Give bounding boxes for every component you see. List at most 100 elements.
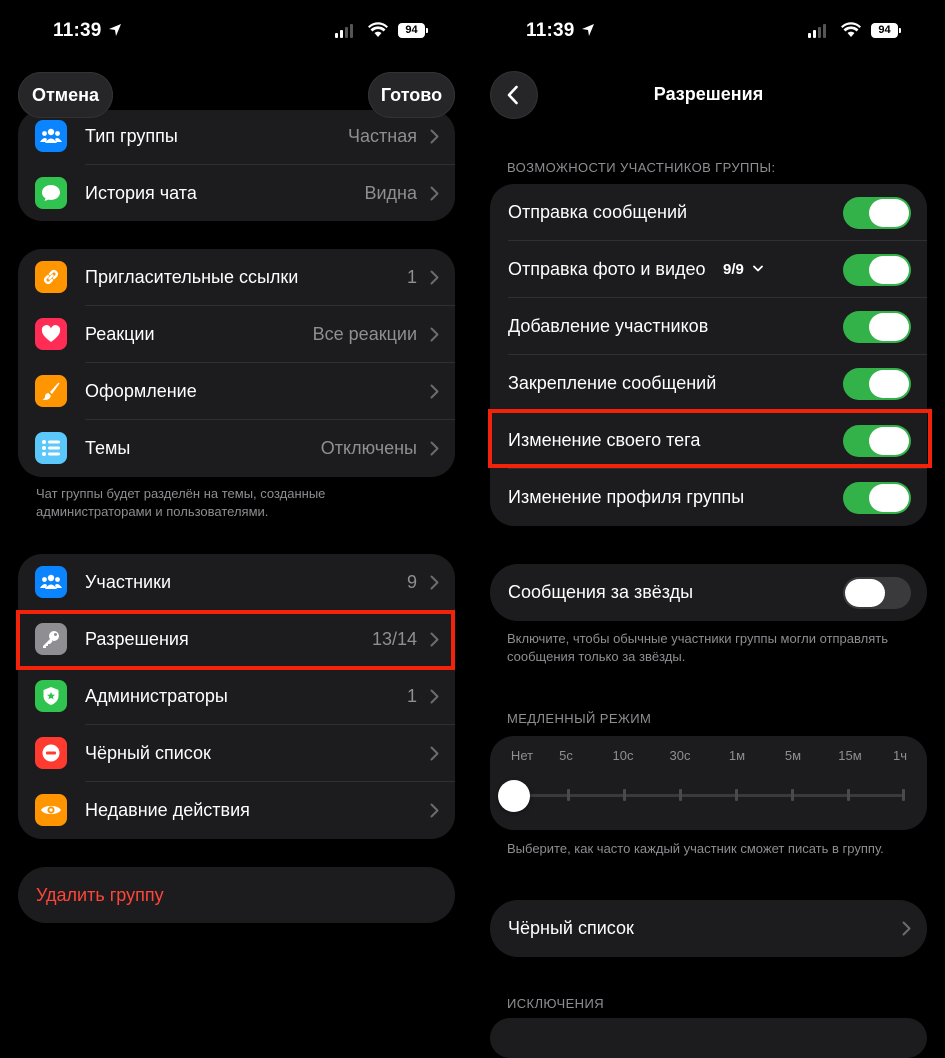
slider-knob[interactable] xyxy=(498,780,530,812)
row-label: Тип группы xyxy=(85,126,178,146)
chevron-right-icon xyxy=(430,746,439,761)
blacklist-row[interactable]: Чёрный список xyxy=(490,900,927,957)
chevron-right-icon xyxy=(430,575,439,590)
row-blacklist[interactable]: Чёрный список xyxy=(18,725,455,782)
battery-icon: 94 xyxy=(398,23,428,38)
row-appearance[interactable]: Оформление xyxy=(18,363,455,420)
perm-row-pin-messages[interactable]: Закрепление сообщений xyxy=(490,355,927,412)
row-label: Пригласительные ссылки xyxy=(85,267,299,287)
group-settings-card: Тип группы Частная История чата Видна xyxy=(18,110,455,221)
slider-tick xyxy=(847,789,850,801)
minus-circle-icon xyxy=(35,737,67,769)
row-value: Видна xyxy=(364,183,417,203)
done-button-overlay[interactable]: Готово xyxy=(368,72,455,118)
delete-group-label: Удалить группу xyxy=(36,885,164,905)
perm-row-send-media[interactable]: Отправка фото и видео 9/9 xyxy=(490,241,927,298)
chevron-right-icon xyxy=(430,327,439,342)
blacklist-card: Чёрный список xyxy=(490,900,927,957)
slowmode-option[interactable]: 1ч xyxy=(893,748,907,763)
perm-row-change-profile[interactable]: Изменение профиля группы xyxy=(490,469,927,526)
slowmode-option[interactable]: 30с xyxy=(670,748,691,763)
perm-row-add-members[interactable]: Добавление участников xyxy=(490,298,927,355)
row-value: 1 xyxy=(406,686,417,706)
toggle-change-profile[interactable] xyxy=(843,482,911,514)
perm-label: Отправка сообщений xyxy=(508,202,688,222)
row-members[interactable]: Участники 9 xyxy=(18,554,455,611)
slowmode-option[interactable]: 10с xyxy=(613,748,634,763)
chevron-right-icon xyxy=(430,384,439,399)
topics-list-icon xyxy=(35,432,67,464)
stars-footnote: Включите, чтобы обычные участники группы… xyxy=(507,631,888,664)
slowmode-option[interactable]: 5м xyxy=(785,748,801,763)
row-value: Частная xyxy=(348,126,417,146)
clock: 11:39 xyxy=(53,20,102,41)
toggle-pin-messages[interactable] xyxy=(843,368,911,400)
blacklist-label: Чёрный список xyxy=(508,918,634,938)
row-group-type[interactable]: Тип группы Частная xyxy=(18,110,455,165)
members-abilities-header: ВОЗМОЖНОСТИ УЧАСТНИКОВ ГРУППЫ: xyxy=(507,160,776,175)
chevron-right-icon xyxy=(430,689,439,704)
row-label: Чёрный список xyxy=(85,743,211,763)
cancel-button-overlay[interactable]: Отмена xyxy=(18,72,113,118)
wifi-icon xyxy=(368,22,388,37)
slowmode-option[interactable]: 5с xyxy=(559,748,573,763)
slider-tick xyxy=(902,789,905,801)
row-value: Все реакции xyxy=(312,324,417,344)
toggle-add-members[interactable] xyxy=(843,311,911,343)
people-icon xyxy=(35,120,67,152)
chevron-down-icon[interactable] xyxy=(753,265,763,272)
media-count-badge[interactable]: 9/9 xyxy=(723,241,744,298)
toggle-send-messages[interactable] xyxy=(843,197,911,229)
row-topics[interactable]: Темы Отключены xyxy=(18,420,455,477)
eye-icon xyxy=(35,794,67,826)
slider-tick xyxy=(791,789,794,801)
permissions-card: Отправка сообщений Отправка фото и видео… xyxy=(490,184,927,526)
row-invite-links[interactable]: Пригласительные ссылки 1 xyxy=(18,249,455,306)
chevron-right-icon xyxy=(430,186,439,201)
chevron-right-icon xyxy=(430,441,439,456)
toggle-send-media[interactable] xyxy=(843,254,911,286)
group-appearance-card: Пригласительные ссылки 1 Реакции Все реа… xyxy=(18,249,455,477)
row-value: Отключены xyxy=(320,438,417,458)
row-label: История чата xyxy=(85,183,197,203)
brush-icon xyxy=(35,375,67,407)
slider-tick xyxy=(735,789,738,801)
perm-label: Добавление участников xyxy=(508,316,709,336)
chevron-right-icon xyxy=(902,921,911,936)
exceptions-card xyxy=(490,1018,927,1058)
page-title: Разрешения xyxy=(653,84,764,104)
row-label: Реакции xyxy=(85,324,155,344)
wifi-icon xyxy=(841,22,861,37)
delete-group-button[interactable]: Удалить группу xyxy=(18,867,455,923)
toggle-stars[interactable] xyxy=(843,577,911,609)
clock: 11:39 xyxy=(526,20,575,41)
row-label: Темы xyxy=(85,438,131,458)
slowmode-footnote: Выберите, как часто каждый участник смож… xyxy=(507,841,884,856)
slowmode-header: МЕДЛЕННЫЙ РЕЖИМ xyxy=(507,711,652,726)
battery-icon: 94 xyxy=(871,23,901,38)
row-admins[interactable]: Администраторы 1 xyxy=(18,668,455,725)
highlight-change-tag-row xyxy=(488,409,932,468)
slider-tick xyxy=(623,789,626,801)
stars-card: Сообщения за звёзды xyxy=(490,564,927,621)
slowmode-slider-card: Нет 5с 10с 30с 1м 5м 15м 1ч xyxy=(490,736,927,830)
slowmode-option[interactable]: 15м xyxy=(838,748,861,763)
row-label: Участники xyxy=(85,572,171,592)
perm-label: Закрепление сообщений xyxy=(508,373,717,393)
row-label: Администраторы xyxy=(85,686,228,706)
slider-track[interactable] xyxy=(514,794,903,797)
row-recent-actions[interactable]: Недавние действия xyxy=(18,782,455,839)
row-reactions[interactable]: Реакции Все реакции xyxy=(18,306,455,363)
topics-footnote: Чат группы будет разделён на темы, созда… xyxy=(36,486,326,519)
perm-row-send-messages[interactable]: Отправка сообщений xyxy=(490,184,927,241)
perm-label: Изменение профиля группы xyxy=(508,487,745,507)
row-value: 1 xyxy=(406,267,417,287)
row-chat-history[interactable]: История чата Видна xyxy=(18,165,455,221)
cellular-signal-icon xyxy=(808,24,826,38)
stars-row[interactable]: Сообщения за звёзды xyxy=(490,564,927,621)
shield-icon xyxy=(35,680,67,712)
people-icon xyxy=(35,566,67,598)
status-bar-left: 11:39 94 xyxy=(53,14,493,50)
slowmode-option[interactable]: Нет xyxy=(511,748,533,763)
slowmode-option[interactable]: 1м xyxy=(729,748,745,763)
